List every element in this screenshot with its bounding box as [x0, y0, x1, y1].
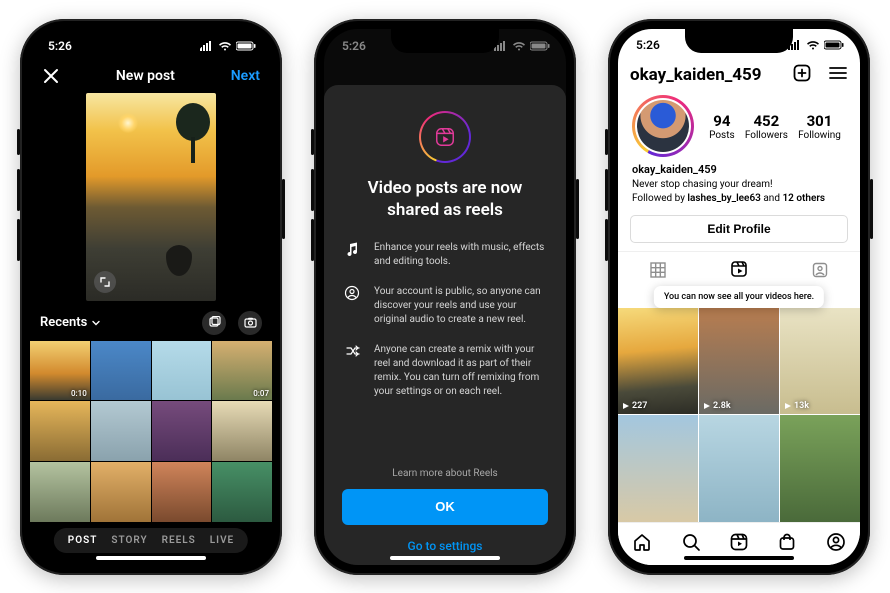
- go-to-settings-link[interactable]: Go to settings: [342, 533, 548, 555]
- next-button[interactable]: Next: [231, 68, 260, 84]
- reels-grid: 227 2.8k 13k: [618, 308, 860, 522]
- home-indicator: [390, 556, 500, 560]
- learn-more-link[interactable]: Learn more about Reels: [342, 468, 548, 479]
- page-title: New post: [116, 68, 175, 84]
- info-sheet: Video posts are now shared as reels Enha…: [324, 85, 566, 565]
- chevron-down-icon: [91, 318, 101, 328]
- wifi-icon: [806, 40, 820, 50]
- reel-thumb[interactable]: [618, 415, 698, 522]
- status-time: 5:26: [48, 39, 72, 53]
- stat-posts[interactable]: 94Posts: [709, 112, 735, 141]
- album-picker[interactable]: Recents: [40, 315, 101, 330]
- media-thumb[interactable]: [91, 462, 151, 522]
- profile-bio: okay_kaiden_459 Never stop chasing your …: [618, 163, 860, 211]
- status-time: 5:26: [636, 38, 660, 52]
- wifi-icon: [218, 41, 232, 51]
- close-icon[interactable]: [42, 67, 60, 85]
- reel-thumb[interactable]: 227: [618, 308, 698, 415]
- mode-post[interactable]: POST: [68, 535, 98, 546]
- grid-icon: [649, 261, 667, 279]
- reel-thumb[interactable]: [780, 415, 860, 522]
- mode-story[interactable]: STORY: [111, 535, 147, 546]
- public-account-icon: [342, 285, 362, 327]
- media-preview[interactable]: [86, 93, 216, 301]
- reels-tooltip: You can now see all your videos here.: [654, 286, 824, 308]
- tab-tagged[interactable]: [779, 252, 860, 288]
- profile-tabs: You can now see all your videos here.: [618, 251, 860, 288]
- stat-followers[interactable]: 452Followers: [745, 112, 788, 141]
- mode-live[interactable]: LIVE: [210, 535, 234, 546]
- battery-icon: [824, 40, 844, 50]
- remix-icon: [342, 343, 362, 399]
- nav-reels-icon[interactable]: [729, 532, 749, 556]
- phone-reels-dialog: 5:26 Video posts are now shared as reels…: [314, 19, 576, 575]
- mode-reels[interactable]: REELS: [162, 535, 196, 546]
- media-thumb[interactable]: [91, 401, 151, 461]
- feature-item: Your account is public, so anyone can di…: [342, 285, 548, 327]
- nav-home-icon[interactable]: [632, 532, 652, 556]
- stat-following[interactable]: 301Following: [798, 112, 841, 141]
- media-thumb[interactable]: 0:07: [212, 341, 272, 401]
- multi-select-icon[interactable]: [202, 311, 226, 335]
- media-thumb[interactable]: 0:10: [30, 341, 90, 401]
- phone-profile: 5:26 okay_kaiden_459 94Posts 452Follower…: [608, 19, 870, 575]
- ok-button[interactable]: OK: [342, 489, 548, 525]
- nav-profile-icon[interactable]: [826, 532, 846, 556]
- media-thumb[interactable]: [212, 462, 272, 522]
- nav-search-icon[interactable]: [681, 532, 701, 556]
- reel-thumb[interactable]: 2.8k: [699, 308, 779, 415]
- music-icon: [342, 241, 362, 269]
- reel-thumb[interactable]: [699, 415, 779, 522]
- reels-icon: [419, 111, 471, 163]
- mutual-followers[interactable]: Followed by lashes_by_lee63 and 12 other…: [632, 192, 846, 206]
- home-indicator: [96, 556, 206, 560]
- media-thumb[interactable]: [30, 462, 90, 522]
- reels-tab-icon: [730, 260, 748, 278]
- sheet-heading: Video posts are now shared as reels: [342, 177, 548, 221]
- media-thumb[interactable]: [91, 341, 151, 401]
- home-indicator: [684, 556, 794, 560]
- tab-grid[interactable]: [618, 252, 699, 288]
- media-thumb[interactable]: [212, 401, 272, 461]
- nav-shop-icon[interactable]: [777, 532, 797, 556]
- media-thumb[interactable]: [152, 462, 212, 522]
- mode-selector[interactable]: POST STORY REELS LIVE: [54, 528, 248, 553]
- phone-new-post: 5:26 New post Next Recents: [20, 19, 282, 575]
- feature-item: Enhance your reels with music, effects a…: [342, 241, 548, 269]
- media-thumb[interactable]: [152, 401, 212, 461]
- menu-icon[interactable]: [828, 65, 848, 85]
- battery-icon: [236, 41, 256, 51]
- avatar[interactable]: [632, 95, 694, 157]
- profile-username[interactable]: okay_kaiden_459: [630, 65, 762, 85]
- reel-thumb[interactable]: 13k: [780, 308, 860, 415]
- tagged-icon: [811, 261, 829, 279]
- expand-icon[interactable]: [94, 271, 116, 293]
- media-thumb[interactable]: [30, 401, 90, 461]
- tab-reels[interactable]: You can now see all your videos here.: [699, 252, 780, 288]
- feature-item: Anyone can create a remix with your reel…: [342, 343, 548, 399]
- edit-profile-button[interactable]: Edit Profile: [630, 215, 848, 242]
- create-icon[interactable]: [792, 63, 812, 87]
- camera-icon[interactable]: [238, 311, 262, 335]
- media-thumb[interactable]: [152, 341, 212, 401]
- media-grid: 0:10 0:07: [30, 341, 272, 522]
